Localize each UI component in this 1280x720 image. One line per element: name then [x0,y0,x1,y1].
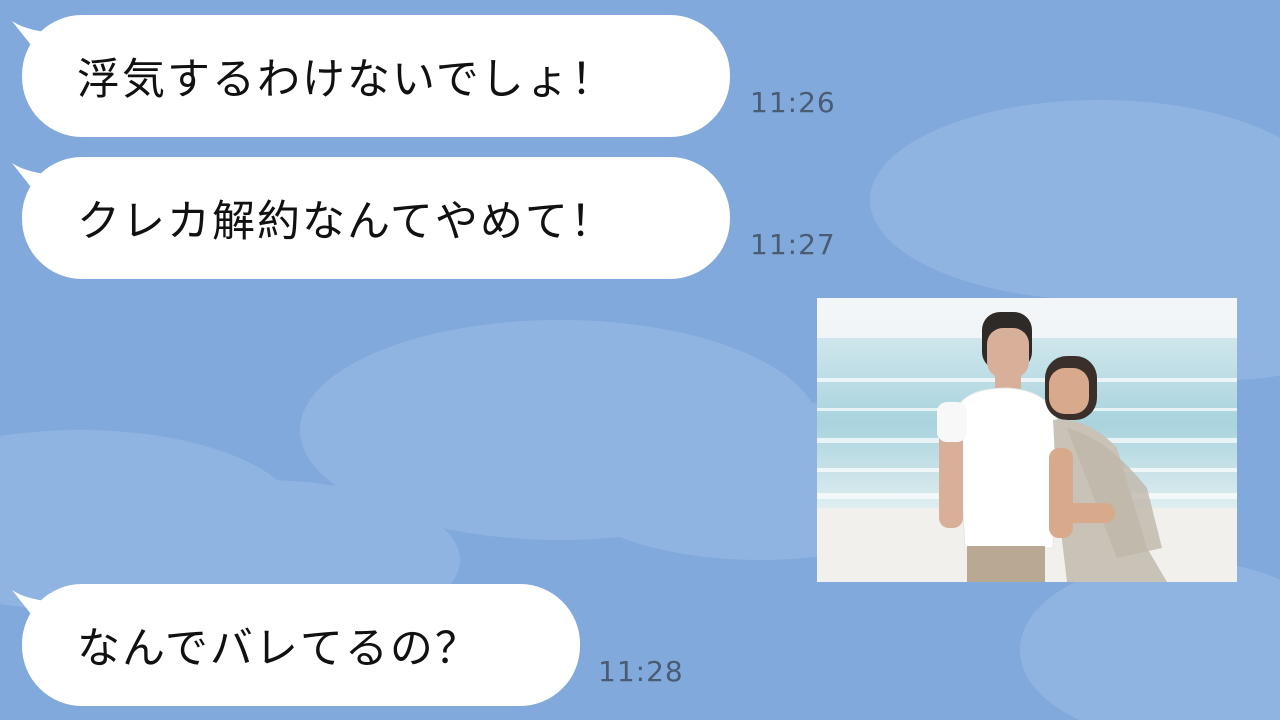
message-timestamp: 11:27 [750,228,836,261]
message-bubble[interactable]: 浮気するわけないでしょ！ [22,15,730,137]
message-timestamp: 11:28 [598,655,684,688]
message-bubble[interactable]: クレカ解約なんてやめて！ [22,157,730,279]
message-bubble[interactable]: なんでバレてるの？ [22,584,580,706]
photo-image [817,298,1237,582]
message-text: なんでバレてるの？ [77,624,480,674]
message-timestamp: 11:26 [750,86,836,119]
message-text: 浮気するわけないでしょ！ [77,55,616,105]
message-row: 浮気するわけないでしょ！ [12,15,730,137]
message-row: クレカ解約なんてやめて！ [12,157,730,279]
message-row: なんでバレてるの？ [12,584,580,706]
message-text: クレカ解約なんてやめて！ [77,197,615,247]
couple-beach-photo[interactable] [817,298,1237,582]
